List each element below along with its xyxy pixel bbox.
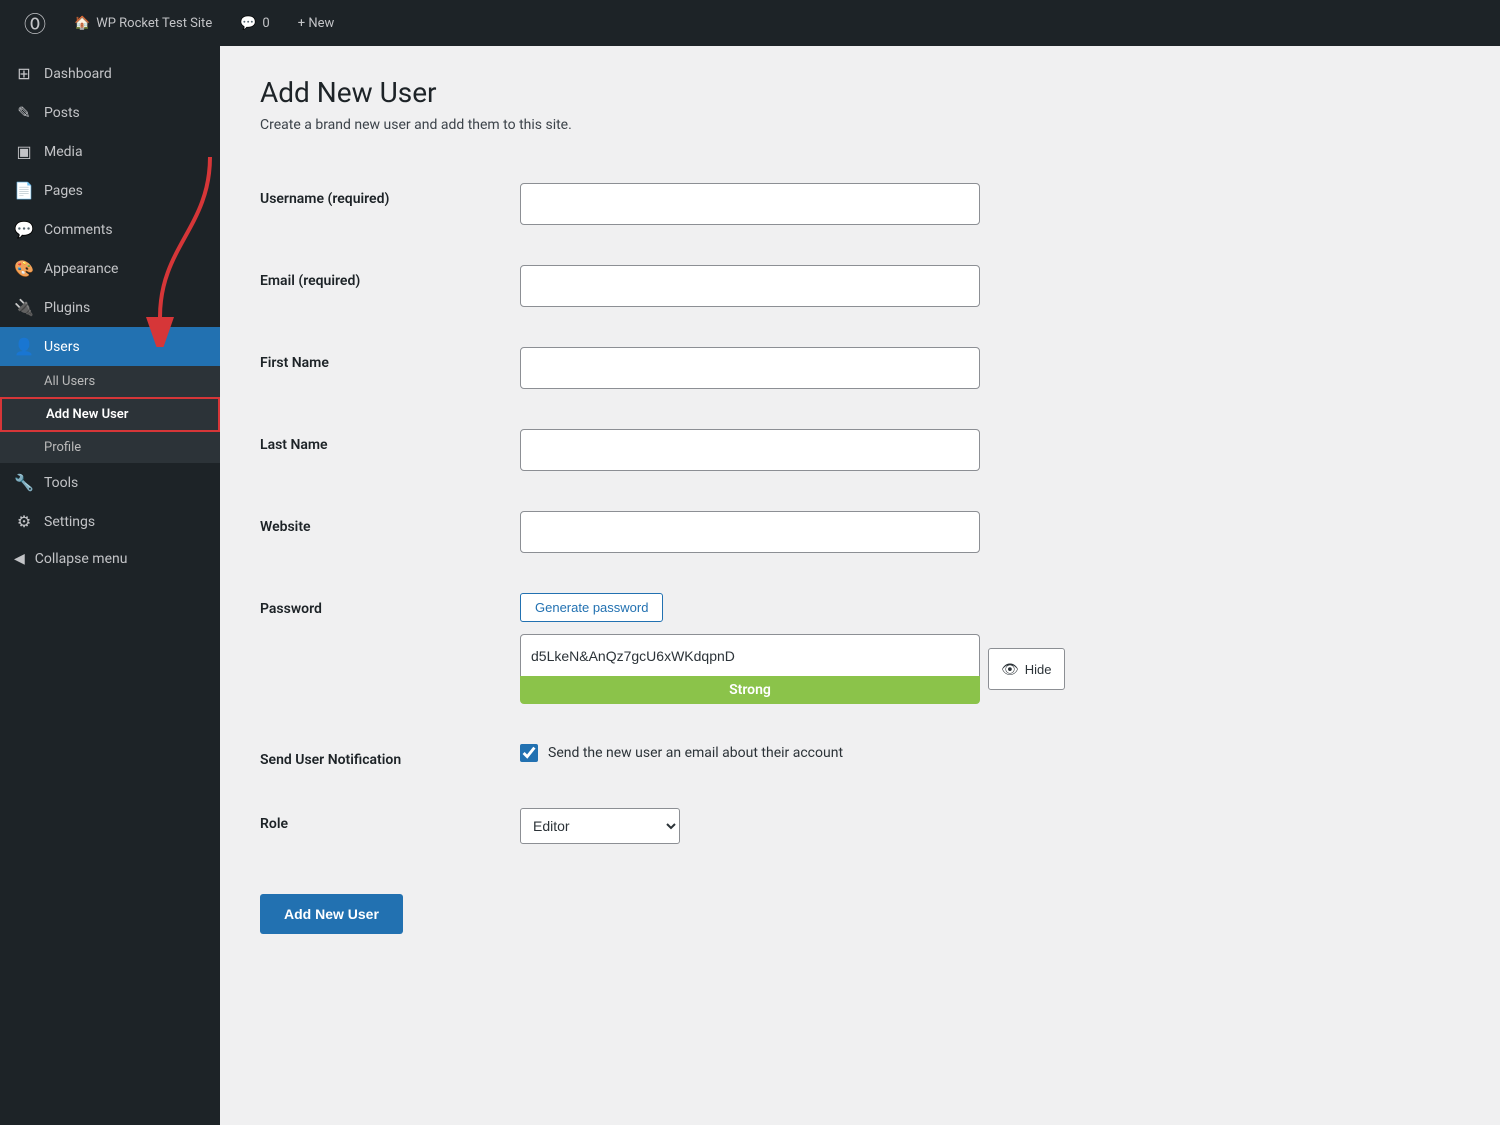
collapse-label: Collapse menu — [35, 551, 128, 567]
comments-side-icon: 💬 — [14, 220, 34, 239]
media-icon: ▣ — [14, 142, 34, 161]
website-row: Website — [260, 491, 1460, 573]
hide-password-button[interactable]: 👁 Hide — [988, 648, 1065, 690]
sidebar-item-plugins[interactable]: 🔌 Plugins — [0, 288, 220, 327]
sidebar-item-media[interactable]: ▣ Media — [0, 132, 220, 171]
posts-icon: ✎ — [14, 103, 34, 122]
firstname-label: First Name — [260, 347, 520, 371]
pages-icon: 📄 — [14, 181, 34, 200]
password-label: Password — [260, 593, 520, 617]
lastname-label: Last Name — [260, 429, 520, 453]
email-field — [520, 265, 1460, 307]
sidebar: ⊞ Dashboard ✎ Posts ▣ Media 📄 Pages 💬 Co… — [0, 46, 220, 1125]
tools-icon: 🔧 — [14, 473, 34, 492]
sidebar-label-media: Media — [44, 144, 83, 160]
site-name-item[interactable]: 🏠 WP Rocket Test Site — [60, 0, 226, 46]
comments-icon: 💬 — [240, 16, 256, 31]
page-title: Add New User — [260, 76, 1460, 109]
notification-field: Send the new user an email about their a… — [520, 744, 1460, 762]
sidebar-item-posts[interactable]: ✎ Posts — [0, 93, 220, 132]
password-row: Password Generate password Strong 👁 Hide — [260, 573, 1460, 724]
page-subtitle: Create a brand new user and add them to … — [260, 117, 1460, 133]
email-label: Email (required) — [260, 265, 520, 289]
site-name: WP Rocket Test Site — [96, 16, 212, 31]
website-label: Website — [260, 511, 520, 535]
appearance-icon: 🎨 — [14, 259, 34, 278]
email-row: Email (required) — [260, 245, 1460, 327]
role-label: Role — [260, 808, 520, 832]
new-label: + New — [298, 16, 335, 31]
role-select[interactable]: Editor Administrator Author Contributor … — [520, 808, 680, 844]
password-input[interactable] — [520, 634, 980, 676]
username-label: Username (required) — [260, 183, 520, 207]
role-field: Editor Administrator Author Contributor … — [520, 808, 1460, 844]
add-new-user-button[interactable]: Add New User — [260, 894, 403, 934]
firstname-field — [520, 347, 1460, 389]
email-input[interactable] — [520, 265, 980, 307]
users-icon: 👤 — [14, 337, 34, 356]
submit-row: Add New User — [260, 864, 1460, 934]
sidebar-label-appearance: Appearance — [44, 261, 118, 277]
sidebar-label-settings: Settings — [44, 514, 95, 530]
wp-logo[interactable]: ⓪ — [10, 0, 60, 46]
password-strength-indicator: Strong — [520, 676, 980, 704]
lastname-field — [520, 429, 1460, 471]
password-input-wrap: Strong — [520, 634, 980, 704]
collapse-menu[interactable]: ◀ Collapse menu — [0, 541, 220, 577]
settings-icon: ⚙ — [14, 512, 34, 531]
collapse-icon: ◀ — [14, 551, 25, 567]
notification-check-label: Send the new user an email about their a… — [548, 745, 843, 761]
username-input[interactable] — [520, 183, 980, 225]
sidebar-item-settings[interactable]: ⚙ Settings — [0, 502, 220, 541]
sidebar-item-pages[interactable]: 📄 Pages — [0, 171, 220, 210]
sidebar-label-posts: Posts — [44, 105, 80, 121]
notification-checkbox[interactable] — [520, 744, 538, 762]
submenu-add-new-user[interactable]: Add New User — [0, 397, 220, 432]
submenu-profile[interactable]: Profile — [0, 432, 220, 463]
firstname-input[interactable] — [520, 347, 980, 389]
sidebar-item-tools[interactable]: 🔧 Tools — [0, 463, 220, 502]
plugins-icon: 🔌 — [14, 298, 34, 317]
main-layout: ⊞ Dashboard ✎ Posts ▣ Media 📄 Pages 💬 Co… — [0, 46, 1500, 1125]
home-icon: 🏠 — [74, 16, 90, 31]
generate-password-button[interactable]: Generate password — [520, 593, 663, 622]
sidebar-item-users[interactable]: 👤 Users — [0, 327, 220, 366]
notification-checkbox-row: Send the new user an email about their a… — [520, 744, 1460, 762]
users-submenu: All Users Add New User Profile — [0, 366, 220, 463]
password-field: Generate password Strong 👁 Hide — [520, 593, 1460, 704]
submenu-all-users[interactable]: All Users — [0, 366, 220, 397]
new-item[interactable]: + New — [284, 0, 349, 46]
sidebar-label-tools: Tools — [44, 475, 78, 491]
dashboard-icon: ⊞ — [14, 64, 34, 83]
admin-bar: ⓪ 🏠 WP Rocket Test Site 💬 0 + New — [0, 0, 1500, 46]
website-input[interactable] — [520, 511, 980, 553]
content-area: Add New User Create a brand new user and… — [220, 46, 1500, 1125]
website-field — [520, 511, 1460, 553]
sidebar-item-appearance[interactable]: 🎨 Appearance — [0, 249, 220, 288]
sidebar-label-users: Users — [44, 339, 80, 355]
username-field — [520, 183, 1460, 225]
wp-logo-icon: ⓪ — [24, 7, 46, 39]
sidebar-item-dashboard[interactable]: ⊞ Dashboard — [0, 54, 220, 93]
hide-icon: 👁 — [1001, 661, 1019, 678]
hide-label: Hide — [1025, 662, 1052, 677]
role-row: Role Editor Administrator Author Contrib… — [260, 788, 1460, 864]
lastname-input[interactable] — [520, 429, 980, 471]
username-row: Username (required) — [260, 163, 1460, 245]
sidebar-item-comments[interactable]: 💬 Comments — [0, 210, 220, 249]
sidebar-label-plugins: Plugins — [44, 300, 90, 316]
firstname-row: First Name — [260, 327, 1460, 409]
comments-count: 0 — [262, 16, 269, 31]
notification-row: Send User Notification Send the new user… — [260, 724, 1460, 788]
comments-item[interactable]: 💬 0 — [226, 0, 284, 46]
sidebar-label-dashboard: Dashboard — [44, 66, 112, 82]
notification-label: Send User Notification — [260, 744, 520, 768]
sidebar-label-comments: Comments — [44, 222, 113, 238]
sidebar-label-pages: Pages — [44, 183, 83, 199]
lastname-row: Last Name — [260, 409, 1460, 491]
